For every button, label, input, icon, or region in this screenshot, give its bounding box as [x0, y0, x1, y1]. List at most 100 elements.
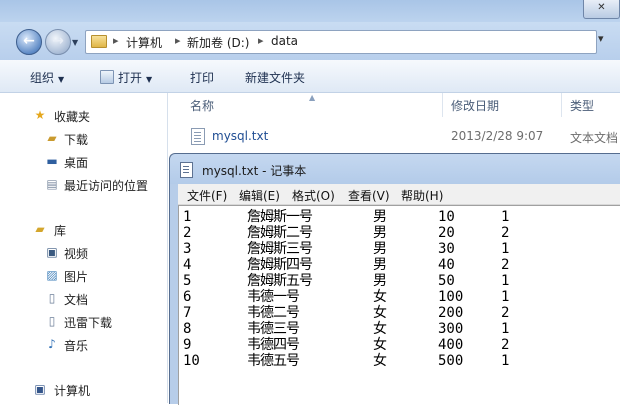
text-cell-flag: 1	[501, 353, 510, 369]
text-cell-sex: 女	[373, 337, 387, 353]
nav-favorites-label: 收藏夹	[54, 110, 91, 124]
nav-favorites[interactable]: ★ 收藏夹	[0, 105, 167, 125]
organize-button[interactable]: 组织 ▼	[30, 69, 64, 86]
notepad-text-area[interactable]: 1 詹姆斯一号男 10 1 2 詹姆斯二号男 20 2 3 詹姆斯三号男 30 1 4 詹姆斯四号男 40 2…	[178, 205, 620, 405]
text-cell-sex: 女	[373, 289, 387, 305]
new-folder-button[interactable]: 新建文件夹	[245, 69, 305, 86]
text-cell-sex: 女	[373, 321, 387, 337]
notepad-titlebar[interactable]: mysql.txt - 记事本	[170, 154, 620, 184]
nav-libraries[interactable]: ▰ 库	[0, 219, 167, 239]
menu-file[interactable]: 文件(F)	[187, 187, 227, 204]
breadcrumb-separator-icon[interactable]: ▸	[175, 34, 181, 47]
text-cell-id: 6	[183, 289, 192, 305]
breadcrumb-drive[interactable]: 新加卷 (D:)	[187, 34, 249, 51]
text-cell-id: 5	[183, 273, 192, 289]
downloads-folder-icon: ▰	[47, 131, 57, 145]
text-cell-id: 1	[183, 209, 192, 225]
text-cell-flag: 1	[501, 273, 510, 289]
nav-recent[interactable]: ▤ 最近访问的位置	[0, 174, 167, 194]
star-icon: ★	[34, 108, 46, 122]
text-cell-flag: 2	[501, 337, 510, 353]
column-header-date[interactable]: 修改日期	[451, 97, 499, 114]
recent-places-icon: ▤	[46, 177, 58, 191]
text-cell-flag: 2	[501, 225, 510, 241]
nav-computer[interactable]: ▣ 计算机	[0, 379, 167, 399]
notepad-window[interactable]: mysql.txt - 记事本 文件(F) 编辑(E) 格式(O) 查看(V) …	[169, 153, 620, 405]
text-cell-score: 50	[438, 273, 455, 289]
nav-music[interactable]: ♪ 音乐	[0, 334, 167, 354]
open-button[interactable]: 打开 ▼	[100, 69, 152, 86]
address-bar-area: ← → ▼ ▸ 计算机 ▸ 新加卷 (D:) ▸ data ▾	[0, 22, 620, 60]
nav-computer-label: 计算机	[54, 384, 91, 398]
nav-thunder-downloads[interactable]: ▯ 迅雷下载	[0, 311, 167, 331]
text-cell-id: 3	[183, 241, 192, 257]
text-cell-name: 韦德一号	[247, 289, 300, 305]
nav-music-label: 音乐	[64, 339, 89, 353]
file-row[interactable]: mysql.txt 2013/2/28 9:07 文本文档	[185, 125, 620, 147]
text-line: 5 詹姆斯五号 男 50 1	[179, 273, 620, 290]
menu-format[interactable]: 格式(O)	[292, 187, 335, 204]
text-cell-score: 400	[438, 337, 464, 353]
text-line: 1 詹姆斯一号 男 10 1	[179, 209, 620, 226]
address-box[interactable]: ▸ 计算机 ▸ 新加卷 (D:) ▸ data	[85, 30, 597, 54]
forward-button[interactable]: →	[45, 29, 71, 55]
text-line: 6 韦德一号 女 100 1	[179, 289, 620, 306]
text-cell-id: 9	[183, 337, 192, 353]
column-divider[interactable]	[442, 93, 443, 117]
breadcrumb-data[interactable]: data	[271, 34, 298, 48]
close-icon[interactable]: ✕	[583, 0, 620, 19]
nav-videos[interactable]: ▣ 视频	[0, 242, 167, 262]
folder-icon	[91, 35, 107, 48]
text-cell-flag: 1	[501, 321, 510, 337]
address-dropdown-icon[interactable]: ▾	[598, 32, 620, 52]
column-divider[interactable]	[561, 93, 562, 117]
text-cell-name: 韦德四号	[247, 337, 300, 353]
text-cell-score: 100	[438, 289, 464, 305]
text-line: 10 韦德五号 女 500 1	[179, 353, 620, 370]
text-cell-sex: 男	[373, 241, 387, 257]
breadcrumb-separator-icon[interactable]: ▸	[258, 34, 264, 47]
text-line: 9 韦德四号 女 400 2	[179, 337, 620, 354]
nav-desktop[interactable]: ▬ 桌面	[0, 151, 167, 171]
column-header-name[interactable]: 名称	[190, 97, 214, 114]
text-cell-id: 10	[183, 353, 200, 369]
text-cell-name: 韦德五号	[247, 353, 300, 369]
menu-view[interactable]: 查看(V)	[348, 187, 390, 204]
explorer-titlebar: ✕	[0, 0, 620, 22]
column-header-type[interactable]: 类型	[570, 97, 594, 114]
text-cell-id: 8	[183, 321, 192, 337]
nav-desktop-label: 桌面	[64, 156, 89, 170]
text-line: 7 韦德二号 女 200 2	[179, 305, 620, 322]
video-icon: ▣	[46, 245, 58, 259]
music-icon: ♪	[48, 337, 56, 351]
back-button[interactable]: ←	[16, 29, 42, 55]
recent-pages-chevron-icon[interactable]: ▼	[72, 38, 78, 47]
file-date: 2013/2/28 9:07	[451, 129, 544, 143]
notepad-icon[interactable]	[180, 162, 193, 178]
text-cell-flag: 1	[501, 241, 510, 257]
text-cell-score: 30	[438, 241, 455, 257]
nav-documents-label: 文档	[64, 293, 89, 307]
thunder-downloads-icon: ▯	[48, 314, 56, 328]
text-file-icon	[191, 128, 205, 145]
menu-edit[interactable]: 编辑(E)	[239, 187, 280, 204]
library-icon: ▰	[35, 222, 45, 236]
breadcrumb-computer[interactable]: 计算机	[126, 34, 162, 51]
computer-icon: ▣	[34, 382, 46, 396]
print-button[interactable]: 打印	[190, 69, 214, 86]
nav-pictures[interactable]: ▨ 图片	[0, 265, 167, 285]
chevron-down-icon: ▼	[146, 75, 153, 84]
text-cell-flag: 1	[501, 289, 510, 305]
text-cell-id: 4	[183, 257, 192, 273]
text-cell-score: 10	[438, 209, 455, 225]
file-name[interactable]: mysql.txt	[212, 129, 268, 143]
menu-help[interactable]: 帮助(H)	[401, 187, 443, 204]
text-cell-name: 詹姆斯二号	[247, 225, 313, 241]
nav-libraries-label: 库	[54, 224, 67, 238]
chevron-down-icon: ▼	[58, 75, 65, 84]
breadcrumb-separator-icon[interactable]: ▸	[113, 34, 119, 47]
nav-downloads[interactable]: ▰ 下载	[0, 128, 167, 148]
sort-ascending-icon: ▲	[309, 93, 316, 102]
organize-label: 组织	[30, 71, 55, 85]
nav-documents[interactable]: ▯ 文档	[0, 288, 167, 308]
